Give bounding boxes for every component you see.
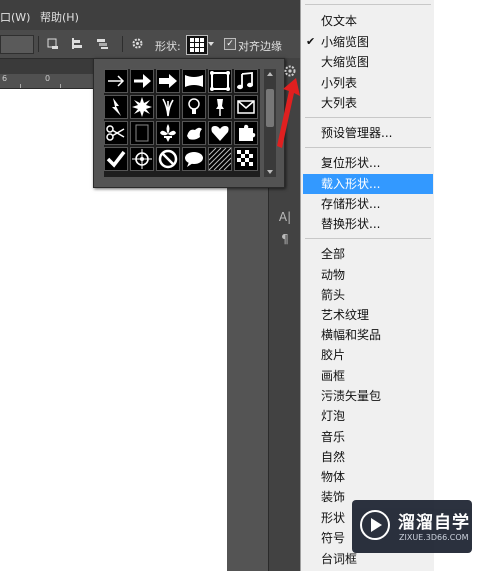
starburst-icon[interactable] [130, 95, 154, 119]
lightbulb-icon[interactable] [182, 95, 206, 119]
menu-item-large-list[interactable]: 大列表 [303, 93, 433, 113]
chevron-down-icon[interactable] [208, 42, 214, 46]
menu-item-nature[interactable]: 自然 [303, 447, 433, 467]
watermark: 溜溜自学 ZIXUE.3D66.COM [352, 500, 472, 553]
menu-item-reset-shapes[interactable]: 复位形状... [303, 153, 433, 173]
menu-item-preset-manager[interactable]: 预设管理器... [303, 123, 433, 143]
menu-backdrop [434, 0, 500, 571]
menu-divider [305, 238, 431, 239]
menu-item-objects[interactable]: 物体 [303, 467, 433, 487]
arrow-icon[interactable] [130, 69, 154, 93]
scissors-icon[interactable] [104, 121, 128, 145]
menu-item-artistic-textures[interactable]: 艺术纹理 [303, 305, 433, 325]
speech-bubble-icon[interactable] [182, 147, 206, 171]
shape-grid [104, 69, 260, 177]
scroll-thumb[interactable] [266, 89, 274, 127]
play-logo-icon [360, 510, 390, 540]
no-sign-icon[interactable] [156, 147, 180, 171]
arrow-bold-icon[interactable] [156, 69, 180, 93]
menu-item-music[interactable]: 音乐 [303, 427, 433, 447]
menu-item-frames[interactable]: 画框 [303, 366, 433, 386]
options-field[interactable] [0, 35, 34, 54]
menu-divider [305, 4, 431, 5]
checkmark-icon: ✔ [306, 35, 316, 48]
menu-item-animals[interactable]: 动物 [303, 265, 433, 285]
frame-icon[interactable] [208, 69, 232, 93]
path-arrange-icon[interactable] [96, 37, 109, 50]
red-pointer-arrow [277, 78, 300, 148]
banner-icon[interactable] [182, 69, 206, 93]
scroll-up-icon[interactable] [267, 72, 273, 76]
checker-icon[interactable] [234, 147, 258, 171]
heart-icon[interactable] [208, 121, 232, 145]
shape-picker-button[interactable] [186, 35, 208, 55]
divider [122, 36, 123, 52]
target-icon[interactable] [130, 147, 154, 171]
align-edges-checkbox[interactable]: ✓ [224, 38, 236, 50]
envelope-icon[interactable] [234, 95, 258, 119]
menu-item-banners-awards[interactable]: 横幅和奖品 [303, 325, 433, 345]
watermark-title: 溜溜自学 [398, 513, 470, 533]
shape-label: 形状: [155, 40, 181, 53]
menu-item-grime-vector-pack[interactable]: 污渍矢量包 [303, 386, 433, 406]
checkmark-icon[interactable] [104, 147, 128, 171]
shape-picker-menu: 仅文本 ✔ 小缩览图 大缩览图 小列表 大列表 预设管理器... 复位形状... … [300, 0, 435, 571]
menu-item-film[interactable]: 胶片 [303, 345, 433, 365]
blank-rect-icon[interactable] [130, 121, 154, 145]
menu-item-arrows[interactable]: 箭头 [303, 285, 433, 305]
shape-picker-panel [93, 58, 285, 188]
menu-item-save-shapes[interactable]: 存储形状... [303, 194, 433, 214]
scroll-down-icon[interactable] [267, 170, 273, 174]
path-ops-icon[interactable] [46, 37, 59, 50]
menu-item-small-thumbnail[interactable]: ✔ 小缩览图 [303, 32, 433, 52]
grass-icon[interactable] [156, 95, 180, 119]
hatch-icon[interactable] [208, 147, 232, 171]
menu-item-small-list[interactable]: 小列表 [303, 73, 433, 93]
ruler-number: 6 [2, 74, 8, 83]
menu-help[interactable]: 帮助(H) [40, 9, 79, 25]
menu-divider [305, 147, 431, 148]
lightning-icon[interactable] [104, 95, 128, 119]
paragraph-panel-icon[interactable]: ¶ [276, 230, 294, 248]
menu-item-large-thumbnail[interactable]: 大缩览图 [303, 52, 433, 72]
align-edges-label: 对齐边缘 [238, 40, 282, 53]
menu-divider [305, 117, 431, 118]
menu-item-text-only[interactable]: 仅文本 [303, 11, 433, 31]
menu-window[interactable]: 口(W) [0, 9, 30, 25]
divider [38, 36, 39, 52]
menu-item-replace-shapes[interactable]: 替换形状... [303, 214, 433, 234]
menu-item-light-bulbs[interactable]: 灯泡 [303, 406, 433, 426]
options-bar: 形状: ✓ 对齐边缘 [0, 30, 300, 59]
music-note-icon[interactable] [234, 69, 258, 93]
picker-gear-icon[interactable] [283, 64, 297, 78]
ruler-number: 0 [45, 74, 51, 83]
menu-item-all[interactable]: 全部 [303, 244, 433, 264]
character-panel-icon[interactable]: A| [276, 208, 294, 226]
pushpin-icon[interactable] [208, 95, 232, 119]
puzzle-icon[interactable] [234, 121, 258, 145]
menu-item-load-shapes[interactable]: 载入形状... [303, 174, 433, 194]
path-align-icon[interactable] [70, 37, 83, 50]
menu-bar: 口(W) 帮助(H) [0, 0, 300, 31]
bird-icon[interactable] [182, 121, 206, 145]
gear-icon[interactable] [131, 37, 144, 50]
arrow-thin-icon[interactable] [104, 69, 128, 93]
fleur-de-lis-icon[interactable] [156, 121, 180, 145]
watermark-url: ZIXUE.3D66.COM [399, 533, 469, 542]
